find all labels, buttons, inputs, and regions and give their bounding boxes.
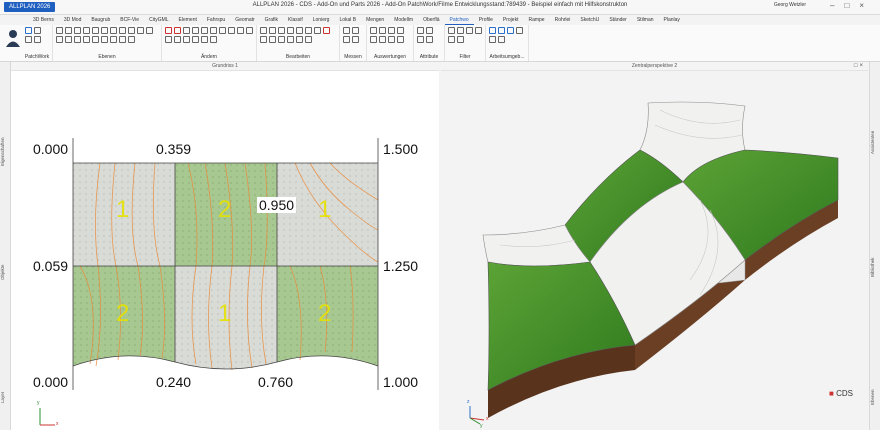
- plan-value: 0.760: [258, 374, 294, 390]
- axis-z-label: z: [467, 399, 470, 405]
- zone-label: 2: [318, 300, 332, 327]
- viewport-title: Zentralperspektive 2: [631, 63, 678, 69]
- plan-value: 1.500: [383, 141, 419, 157]
- zone-label: 1: [218, 300, 232, 327]
- plan-value-center: 0.950: [257, 197, 297, 213]
- axis-y-label: y: [480, 423, 483, 429]
- plan-value: 0.000: [33, 141, 69, 157]
- plan-value: 0.240: [156, 374, 192, 390]
- viewport-header: Zentralperspektive 2 □×: [441, 62, 868, 71]
- plan-axis: [39, 408, 55, 426]
- axis-x-label: x: [56, 421, 59, 427]
- plan-value: 0.359: [156, 141, 192, 157]
- cds-logo-icon: ■: [829, 389, 834, 398]
- plan-value: 1.000: [383, 374, 419, 390]
- plan-value: 0.059: [33, 258, 69, 274]
- cds-logo: ■ CDS: [829, 389, 853, 398]
- viewport-perspective[interactable]: Zentralperspektive 2 □×: [441, 62, 868, 71]
- zone-label: 2: [116, 300, 130, 327]
- plan-value: 0.000: [33, 374, 69, 390]
- zone-label: 2: [218, 196, 232, 223]
- zone-label: 1: [116, 196, 130, 223]
- perspective-model: [482, 101, 839, 418]
- plan-value: 1.250: [383, 258, 419, 274]
- axis-y-label: y: [37, 400, 40, 406]
- viewport-controls[interactable]: □×: [854, 62, 865, 70]
- axis-x-label: x: [486, 416, 489, 422]
- perspective-axis: [469, 406, 485, 425]
- zone-label: 1: [318, 196, 332, 223]
- cds-logo-text: CDS: [836, 389, 853, 398]
